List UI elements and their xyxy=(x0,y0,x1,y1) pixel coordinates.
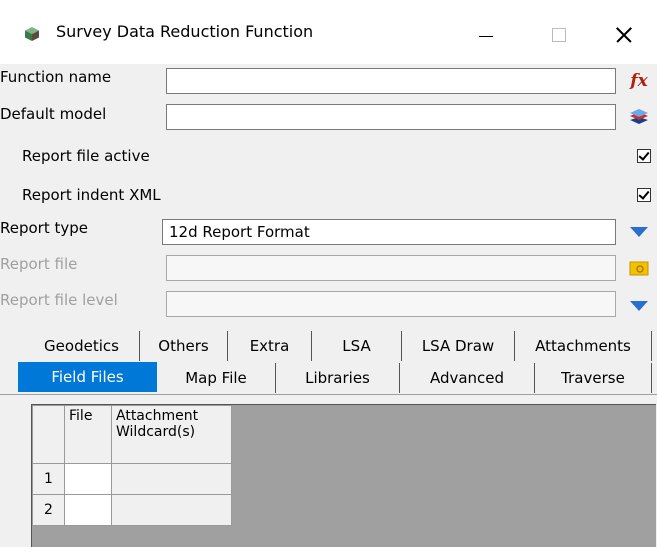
report-indent-xml-checkbox[interactable] xyxy=(637,188,651,202)
corner-header-cell xyxy=(32,405,65,464)
file-cell[interactable] xyxy=(64,463,112,495)
attachment-wildcard-cell[interactable] xyxy=(111,494,232,526)
dropdown-arrow-icon xyxy=(630,301,648,311)
field-files-grid[interactable]: File Attachment Wildcard(s) 1 2 xyxy=(31,404,656,547)
function-fx-button[interactable]: fx xyxy=(624,66,654,96)
attachment-wildcard-cell[interactable] xyxy=(111,463,232,495)
tab-extra[interactable]: Extra xyxy=(228,331,312,361)
tab-others[interactable]: Others xyxy=(140,331,228,361)
report-file-label: Report file xyxy=(0,255,78,273)
tab-libraries[interactable]: Libraries xyxy=(276,363,400,393)
tab-advanced[interactable]: Advanced xyxy=(400,363,535,393)
folder-icon xyxy=(629,261,649,276)
title-bar: Survey Data Reduction Function xyxy=(0,0,657,64)
report-file-active-label: Report file active xyxy=(22,147,150,165)
report-file-level-dropdown-button[interactable] xyxy=(624,291,654,321)
function-fx-icon: fx xyxy=(630,71,648,91)
report-type-select[interactable] xyxy=(162,219,616,245)
file-cell[interactable] xyxy=(64,494,112,526)
window-title: Survey Data Reduction Function xyxy=(56,22,314,41)
report-type-label: Report type xyxy=(0,219,89,237)
row-header[interactable]: 2 xyxy=(32,494,65,526)
default-model-input[interactable] xyxy=(166,104,616,130)
tab-lsa-draw[interactable]: LSA Draw xyxy=(402,331,515,361)
report-type-dropdown-button[interactable] xyxy=(624,217,654,247)
row-header[interactable]: 1 xyxy=(32,463,65,495)
default-model-label: Default model xyxy=(0,105,107,123)
report-file-level-label: Report file level xyxy=(0,291,118,309)
tab-attachments[interactable]: Attachments xyxy=(515,331,652,361)
function-name-input[interactable] xyxy=(166,68,616,94)
function-name-label: Function name xyxy=(0,68,112,86)
tab-map-file[interactable]: Map File xyxy=(157,363,276,393)
report-file-active-checkbox[interactable] xyxy=(637,149,651,163)
report-indent-xml-label: Report indent XML xyxy=(22,186,161,204)
maximize-button[interactable] xyxy=(536,14,582,54)
default-model-button[interactable] xyxy=(624,102,654,132)
column-header-file[interactable]: File xyxy=(64,405,112,464)
minimize-button[interactable] xyxy=(463,14,509,54)
tab-lsa[interactable]: LSA xyxy=(312,331,402,361)
close-button[interactable] xyxy=(603,14,649,54)
dropdown-arrow-icon xyxy=(630,227,648,237)
report-file-input[interactable] xyxy=(166,255,616,281)
column-header-attachment-wildcards[interactable]: Attachment Wildcard(s) xyxy=(111,405,232,464)
model-layers-icon xyxy=(630,109,648,124)
field-files-table: File Attachment Wildcard(s) 1 2 xyxy=(32,405,232,526)
tab-geodetics[interactable]: Geodetics xyxy=(24,331,140,361)
report-file-level-select[interactable] xyxy=(166,291,616,317)
report-file-browse-button[interactable] xyxy=(624,253,654,283)
tab-traverse[interactable]: Traverse xyxy=(535,363,652,393)
app-cube-icon xyxy=(25,27,39,41)
tab-field-files[interactable]: Field Files xyxy=(18,362,157,392)
